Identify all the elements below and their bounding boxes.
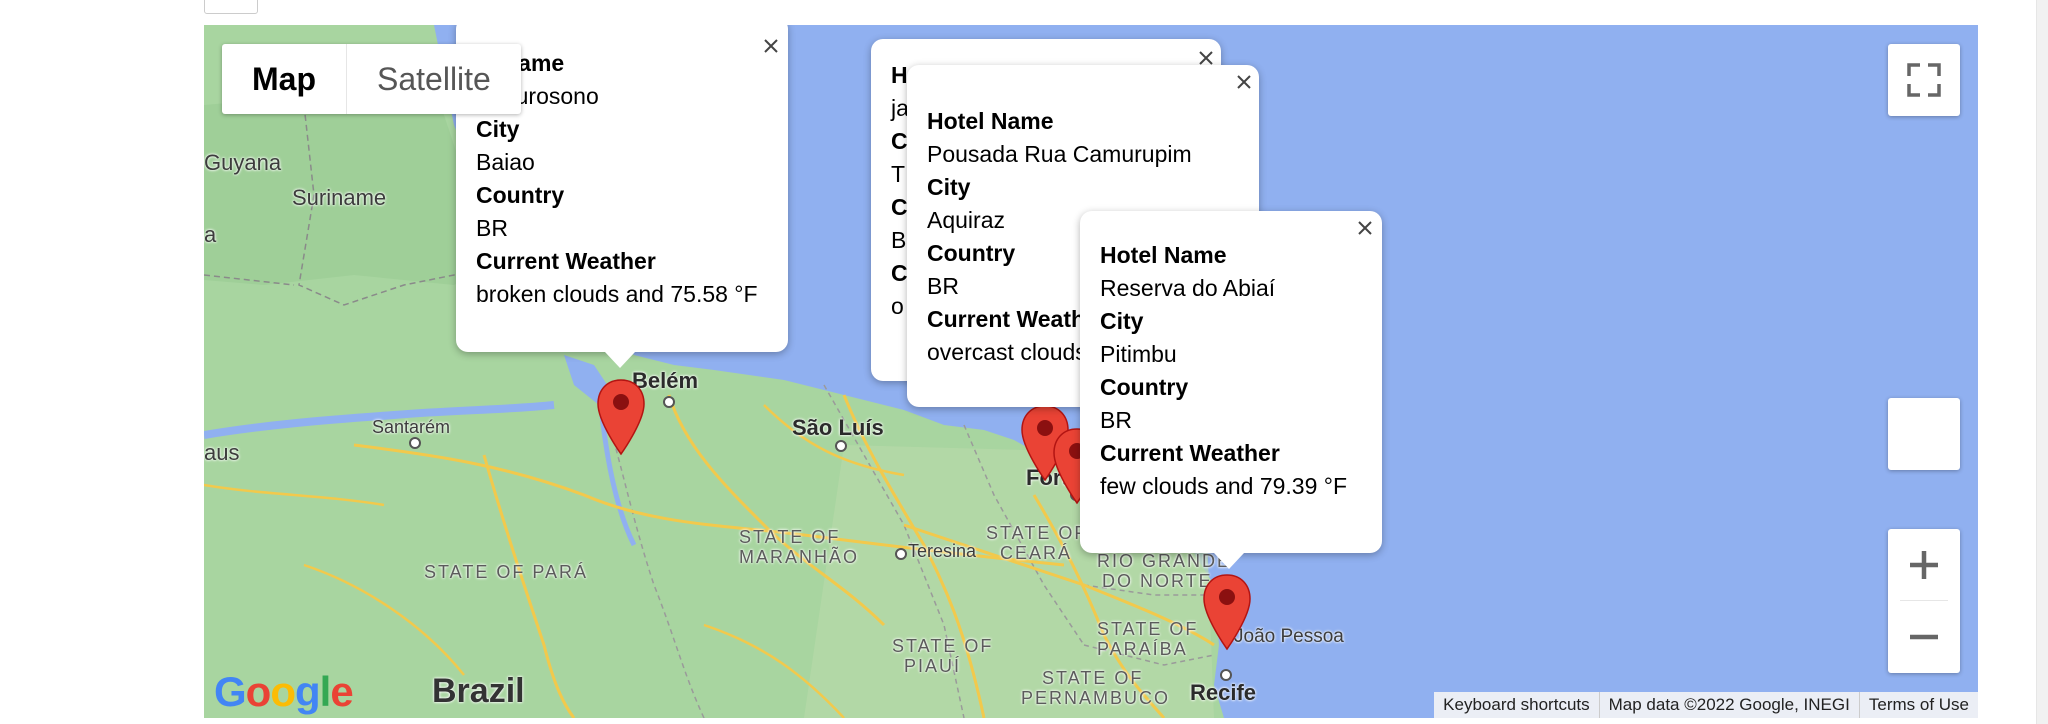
place-label-state-maranhao-2: MARANHÃO — [739, 547, 860, 567]
close-icon[interactable] — [1233, 71, 1255, 93]
place-label-state-ceara-1: STATE OF — [986, 523, 1088, 543]
city-value: Pitimbu — [1100, 341, 1177, 367]
weather-value: broken clouds and 75.58 °F — [476, 281, 758, 307]
zoom-out-button[interactable] — [1888, 601, 1960, 673]
place-label-a: a — [204, 222, 217, 247]
google-logo: Google — [214, 668, 354, 715]
place-label-state-rgn-2: DO NORTE — [1102, 571, 1213, 591]
top-control-fragment — [204, 0, 258, 14]
map-marker-baiao[interactable] — [596, 378, 646, 456]
place-label-state-paraiba-2: PARAÍBA — [1097, 639, 1188, 659]
place-label-state-ceara-2: CEARÁ — [1000, 543, 1073, 563]
close-icon[interactable] — [1354, 217, 1376, 239]
map-type-control: Map Satellite — [222, 44, 521, 114]
info-window-tail — [605, 352, 635, 368]
city-value: Baiao — [476, 149, 535, 175]
place-label-santarem: Santarém — [372, 417, 451, 437]
place-label-brazil: Brazil — [432, 672, 525, 710]
hotel-name-value: Pousada Rua Camurupim — [927, 141, 1192, 167]
map-marker-pitimbu[interactable] — [1202, 573, 1252, 651]
google-map[interactable]: Guyana Suriname a aus Belém Santarém São… — [204, 25, 1978, 718]
keyboard-shortcuts-link[interactable]: Keyboard shortcuts — [1434, 692, 1598, 718]
fullscreen-icon — [1907, 63, 1941, 97]
city-label: City — [476, 116, 520, 142]
place-label-state-para: STATE OF PARÁ — [424, 562, 589, 582]
place-label-state-paraiba-1: STATE OF — [1097, 619, 1199, 639]
weather-label: Current Weather — [476, 248, 656, 274]
weather-value: few clouds and 79.39 °F — [1100, 473, 1348, 499]
map-type-map-button[interactable]: Map — [222, 44, 347, 114]
map-type-satellite-button[interactable]: Satellite — [347, 44, 521, 114]
place-label-state-maranhao-1: STATE OF — [739, 527, 841, 547]
hotel-name-value: Reserva do Abiaí — [1100, 275, 1276, 301]
country-label: Country — [476, 182, 565, 208]
hotel-name-label: Hotel Name — [927, 108, 1054, 134]
place-label-suriname: Suriname — [292, 185, 387, 210]
terms-of-use-link[interactable]: Terms of Use — [1858, 692, 1978, 718]
zoom-in-button[interactable] — [1888, 529, 1960, 601]
place-label-state-pernambuco-1: STATE OF — [1042, 668, 1144, 688]
city-label: City — [1100, 308, 1144, 334]
place-label-guyana: Guyana — [204, 150, 282, 175]
plus-icon — [1910, 551, 1938, 579]
weather-label: Current Weather — [1100, 440, 1280, 466]
place-label-state-piaui-1: STATE OF — [892, 636, 994, 656]
info-window-tail — [1214, 553, 1244, 569]
country-value: BR — [1100, 407, 1132, 433]
close-icon[interactable] — [760, 35, 782, 57]
place-label-recife: Recife — [1190, 680, 1257, 705]
minus-icon — [1910, 634, 1938, 640]
street-view-control[interactable] — [1888, 398, 1960, 470]
hotel-name-label: Hotel Name — [1100, 242, 1227, 268]
city-label: City — [927, 174, 971, 200]
zoom-control — [1888, 529, 1960, 673]
info-window-pitimbu: Hotel Name Reserva do Abiaí City Pitimbu… — [1080, 211, 1382, 553]
place-label-sao-luis: São Luís — [792, 415, 884, 440]
page-scrollbar[interactable] — [2036, 0, 2048, 724]
place-label-state-pernambuco-2: PERNAMBUCO — [1021, 688, 1171, 708]
map-attribution: Keyboard shortcuts Map data ©2022 Google… — [1434, 692, 1978, 718]
place-label-teresina: Teresina — [908, 541, 977, 561]
map-data-text: Map data ©2022 Google, INEGI — [1598, 692, 1859, 718]
fullscreen-button[interactable] — [1888, 44, 1960, 116]
country-value: BR — [476, 215, 508, 241]
place-label-aus: aus — [204, 440, 240, 465]
place-label-state-piaui-2: PIAUÍ — [904, 656, 962, 676]
country-label: Country — [1100, 374, 1189, 400]
place-label-state-rgn-1: RIO GRANDE — [1097, 551, 1232, 571]
